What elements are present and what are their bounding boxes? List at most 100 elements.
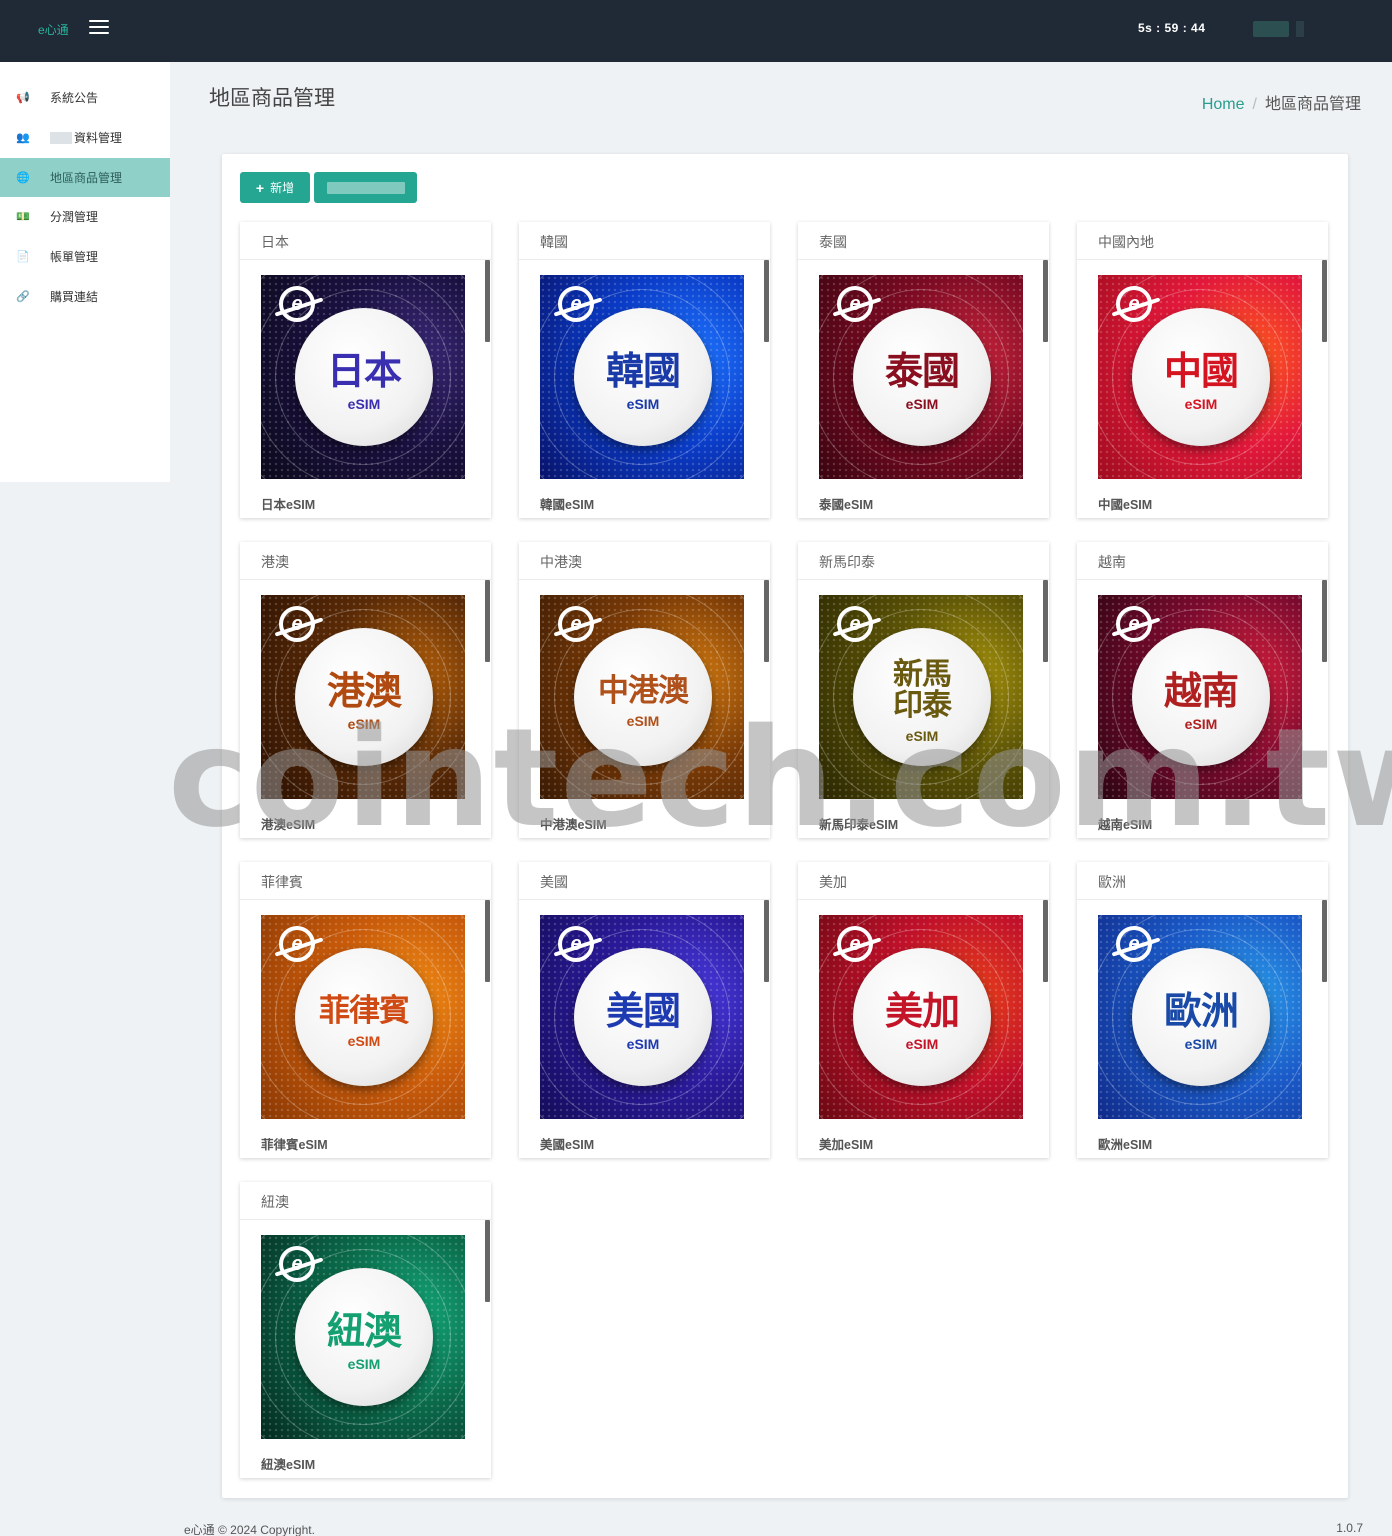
art-esim-text: eSIM (905, 396, 939, 412)
breadcrumb-home-link[interactable]: Home (1202, 96, 1245, 113)
card-scrollbar[interactable] (1043, 900, 1048, 982)
card-scrollbar[interactable] (485, 580, 490, 662)
art-esim-text: eSIM (626, 396, 660, 412)
art-esim-text: eSIM (626, 712, 660, 729)
product-image[interactable]: e 美國 eSIM (540, 915, 744, 1119)
card-scrollbar[interactable] (764, 900, 769, 982)
card-scrollbar[interactable] (1322, 900, 1327, 982)
product-card: 中港澳 e 中港澳 eSIM 中港澳eSIM (519, 542, 770, 838)
art-region-text: 港澳 (326, 669, 402, 713)
product-name[interactable]: 菲律賓eSIM (261, 1134, 328, 1153)
product-name[interactable]: 美國eSIM (540, 1134, 594, 1153)
brand-logo[interactable]: e心通 (38, 21, 69, 38)
card-scrollbar[interactable] (1322, 260, 1327, 342)
page-title: 地區商品管理 (209, 87, 335, 110)
product-image[interactable]: e 中國 eSIM (1098, 275, 1302, 479)
art-esim-text: eSIM (1184, 716, 1218, 732)
card-scrollbar[interactable] (764, 260, 769, 342)
product-image[interactable]: e 歐洲 eSIM (1098, 915, 1302, 1119)
art-region-text: 美國 (605, 989, 681, 1033)
card-scrollbar[interactable] (485, 900, 490, 982)
globe-icon: 🌐 (16, 172, 30, 184)
card-scrollbar[interactable] (1043, 580, 1048, 662)
add-button-label: 新增 (270, 181, 295, 195)
sidebar-item-purchase-link[interactable]: 🔗 購買連結 (0, 277, 170, 316)
card-title: 港澳 (240, 542, 491, 580)
art-region-text: 日本 (326, 349, 402, 393)
esim-logo-icon: e (837, 606, 873, 642)
art-region-text: 中港澳 (598, 672, 689, 709)
esim-logo-icon: e (279, 286, 315, 322)
sidebar-item-billing[interactable]: 📄 帳單管理 (0, 237, 170, 276)
sidebar-item-label: 分潤管理 (50, 210, 99, 224)
sidebar-item-announcements[interactable]: 📢 系統公告 (0, 78, 170, 117)
product-name[interactable]: 中港澳eSIM (540, 814, 607, 833)
session-timer: 5s : 59 : 44 (1138, 21, 1206, 35)
footer-version: 1.0.7 (1336, 1521, 1363, 1535)
product-name[interactable]: 歐洲eSIM (1098, 1134, 1152, 1153)
art-region-text: 菲律賓 (319, 992, 410, 1029)
product-image[interactable]: e 美加 eSIM (819, 915, 1023, 1119)
art-region-text: 泰國 (884, 349, 960, 393)
art-esim-text: eSIM (905, 727, 939, 744)
card-scrollbar[interactable] (1322, 580, 1327, 662)
esim-logo-icon: e (558, 926, 594, 962)
product-name[interactable]: 美加eSIM (819, 1134, 873, 1153)
product-image[interactable]: e 中港澳 eSIM (540, 595, 744, 799)
add-button[interactable]: + 新增 (240, 172, 310, 203)
product-image[interactable]: e 菲律賓 eSIM (261, 915, 465, 1119)
product-name[interactable]: 泰國eSIM (819, 494, 873, 513)
art-region-text-line2: 印泰 (893, 688, 952, 723)
product-image[interactable]: e 紐澳 eSIM (261, 1235, 465, 1439)
card-title: 日本 (240, 222, 491, 260)
product-name[interactable]: 韓國eSIM (540, 494, 594, 513)
product-card: 美加 e 美加 eSIM 美加eSIM (798, 862, 1049, 1158)
product-image[interactable]: e 越南 eSIM (1098, 595, 1302, 799)
card-scrollbar[interactable] (1043, 260, 1048, 342)
esim-logo-icon: e (1116, 606, 1152, 642)
card-title: 泰國 (798, 222, 1049, 260)
product-image[interactable]: e 日本 eSIM (261, 275, 465, 479)
art-region-text: 歐洲 (1163, 989, 1239, 1033)
esim-logo-icon: e (558, 286, 594, 322)
product-name[interactable]: 越南eSIM (1098, 814, 1152, 833)
product-panel: + 新增 日本 e 日本 eSIM 日本eSIM 韓國 e 韓國 eSIM 韓國eSIM 泰國 e 泰國… (222, 154, 1348, 1498)
product-card: 韓國 e 韓國 eSIM 韓國eSIM (519, 222, 770, 518)
sidebar: 📢 系統公告 👥 資料管理 🌐 地區商品管理 💵 分潤管理 📄 帳單管理 🔗 購… (0, 62, 170, 482)
card-scrollbar[interactable] (764, 580, 769, 662)
art-esim-text: eSIM (1184, 1036, 1218, 1052)
card-scrollbar[interactable] (485, 1220, 490, 1302)
user-avatar[interactable] (1253, 21, 1289, 37)
breadcrumb-current: 地區商品管理 (1264, 96, 1361, 113)
product-name[interactable]: 新馬印泰eSIM (819, 814, 898, 833)
product-card: 菲律賓 e 菲律賓 eSIM 菲律賓eSIM (240, 862, 491, 1158)
product-image[interactable]: e 新馬 印泰 eSIM (819, 595, 1023, 799)
product-name[interactable]: 中國eSIM (1098, 494, 1152, 513)
card-title: 中國內地 (1077, 222, 1328, 260)
card-scrollbar[interactable] (485, 260, 490, 342)
user-menu[interactable] (1296, 21, 1304, 37)
esim-logo-icon: e (279, 1246, 315, 1282)
sidebar-item-region-products[interactable]: 🌐 地區商品管理 (0, 158, 170, 197)
sidebar-item-data-management[interactable]: 👥 資料管理 (0, 118, 170, 157)
document-icon: 📄 (16, 251, 30, 263)
art-esim-text: eSIM (347, 396, 381, 412)
money-icon: 💵 (16, 211, 30, 223)
art-region-text: 美加 (884, 989, 960, 1033)
product-image[interactable]: e 韓國 eSIM (540, 275, 744, 479)
product-image[interactable]: e 泰國 eSIM (819, 275, 1023, 479)
product-card: 中國內地 e 中國 eSIM 中國eSIM (1077, 222, 1328, 518)
art-esim-text: eSIM (347, 1032, 381, 1049)
esim-logo-icon: e (837, 286, 873, 322)
secondary-action-button[interactable] (314, 172, 417, 203)
product-image[interactable]: e 港澳 eSIM (261, 595, 465, 799)
hamburger-menu-icon[interactable] (89, 20, 109, 36)
product-card: 日本 e 日本 eSIM 日本eSIM (240, 222, 491, 518)
product-name[interactable]: 紐澳eSIM (261, 1454, 315, 1473)
product-card: 泰國 e 泰國 eSIM 泰國eSIM (798, 222, 1049, 518)
card-title: 新馬印泰 (798, 542, 1049, 580)
sidebar-item-profit-sharing[interactable]: 💵 分潤管理 (0, 197, 170, 236)
product-name[interactable]: 日本eSIM (261, 494, 315, 513)
card-title: 美國 (519, 862, 770, 900)
product-name[interactable]: 港澳eSIM (261, 814, 315, 833)
